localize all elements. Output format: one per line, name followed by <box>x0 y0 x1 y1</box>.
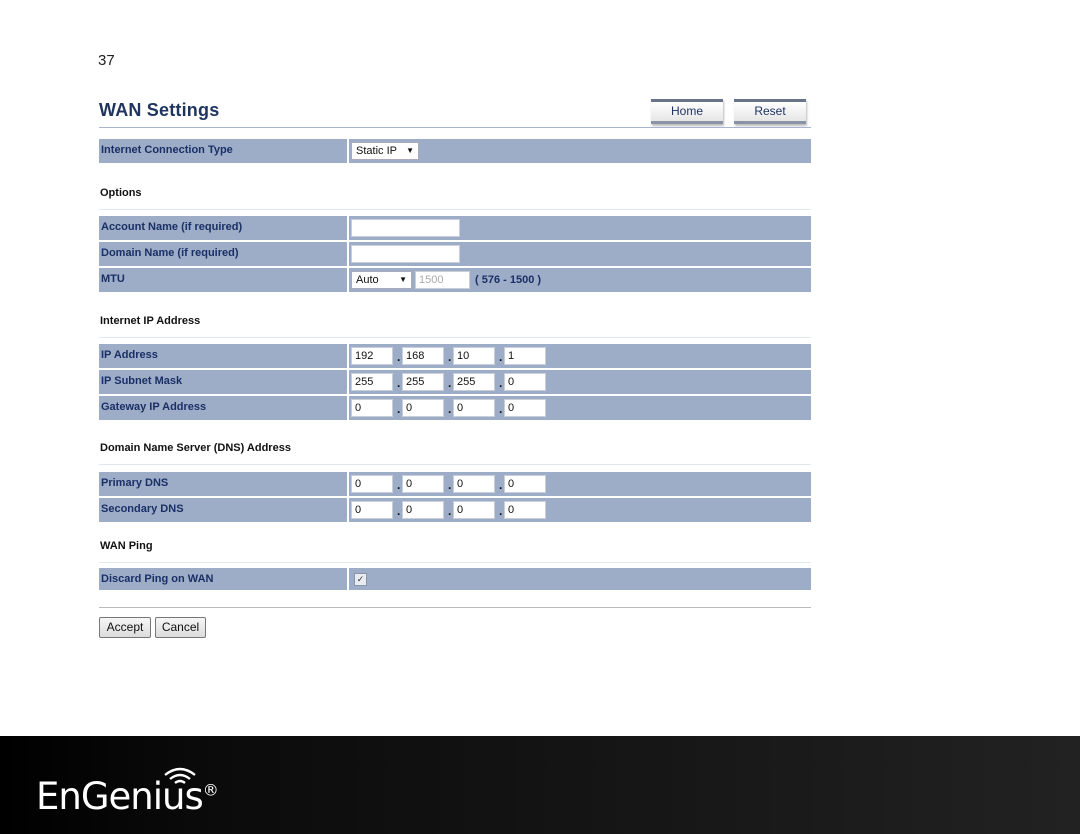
octet-input[interactable]: 0 <box>453 475 495 493</box>
octet-input[interactable]: 0 <box>504 399 546 417</box>
field-label: Secondary DNS <box>99 498 347 522</box>
section-heading: Internet IP Address <box>100 315 201 327</box>
field-label: Account Name (if required) <box>99 216 347 240</box>
field-label: Domain Name (if required) <box>99 242 347 266</box>
octet-separator: . <box>397 504 401 518</box>
mtu-value-input[interactable]: 1500 <box>415 271 470 289</box>
octet-separator: . <box>448 504 452 518</box>
octet-input[interactable]: 0 <box>504 475 546 493</box>
octet-separator: . <box>397 478 401 492</box>
ip-field-row: Gateway IP Address 0. 0. 0. 0 <box>99 396 811 420</box>
field-label: IP Subnet Mask <box>99 370 347 394</box>
octet-input[interactable]: 192 <box>351 347 393 365</box>
field-label: Internet Connection Type <box>99 139 347 163</box>
octet-separator: . <box>499 350 503 364</box>
octet-input[interactable]: 0 <box>504 373 546 391</box>
octet-separator: . <box>499 504 503 518</box>
page-title: WAN Settings <box>99 100 220 120</box>
domain-name-row: Domain Name (if required) <box>99 242 811 266</box>
octet-input[interactable]: 0 <box>402 399 444 417</box>
octet-separator: . <box>499 376 503 390</box>
field-label: Gateway IP Address <box>99 396 347 420</box>
octet-input[interactable]: 0 <box>402 501 444 519</box>
octet-separator: . <box>448 376 452 390</box>
octet-separator: . <box>448 478 452 492</box>
octet-separator: . <box>499 478 503 492</box>
octet-input[interactable]: 0 <box>504 501 546 519</box>
octet-separator: . <box>397 350 401 364</box>
octet-input[interactable]: 0 <box>453 501 495 519</box>
octet-input[interactable]: 10 <box>453 347 495 365</box>
octet-separator: . <box>448 402 452 416</box>
divider <box>99 127 811 128</box>
octet-input[interactable]: 255 <box>402 373 444 391</box>
selected-value: Auto <box>356 274 379 286</box>
account-name-row: Account Name (if required) <box>99 216 811 240</box>
accept-button[interactable]: Accept <box>99 617 151 638</box>
connection-type-select[interactable]: Static IP ▼ <box>351 142 419 160</box>
connection-type-row: Internet Connection Type Static IP ▼ <box>99 139 811 163</box>
octet-input[interactable]: 0 <box>402 475 444 493</box>
engenius-logo: EnGenius® <box>36 767 219 818</box>
ip-field-row: Secondary DNS 0. 0. 0. 0 <box>99 498 811 522</box>
chevron-down-icon: ▼ <box>406 146 414 155</box>
octet-input[interactable]: 1 <box>504 347 546 365</box>
cancel-button[interactable]: Cancel <box>155 617 206 638</box>
domain-name-input[interactable] <box>351 245 460 263</box>
divider <box>99 464 811 465</box>
discard-ping-checkbox[interactable]: ✓ <box>354 573 367 586</box>
wifi-icon <box>164 767 196 784</box>
octet-separator: . <box>448 350 452 364</box>
octet-input[interactable]: 0 <box>351 399 393 417</box>
divider <box>99 607 811 608</box>
page-number: 37 <box>98 52 115 69</box>
divider <box>99 209 811 210</box>
ip-field-row: Primary DNS 0. 0. 0. 0 <box>99 472 811 496</box>
ip-field-row: IP Subnet Mask 255. 255. 255. 0 <box>99 370 811 394</box>
field-label: Discard Ping on WAN <box>99 568 347 590</box>
octet-separator: . <box>397 402 401 416</box>
chevron-down-icon: ▼ <box>399 275 407 284</box>
section-heading: WAN Ping <box>100 540 153 552</box>
field-label: Primary DNS <box>99 472 347 496</box>
home-button[interactable]: Home <box>651 99 723 124</box>
octet-input[interactable]: 168 <box>402 347 444 365</box>
selected-value: Static IP <box>356 145 397 157</box>
divider <box>99 337 811 338</box>
field-label: MTU <box>99 268 347 292</box>
divider <box>99 562 811 563</box>
octet-separator: . <box>499 402 503 416</box>
section-heading: Options <box>100 187 142 199</box>
reset-button[interactable]: Reset <box>734 99 806 124</box>
field-label: IP Address <box>99 344 347 368</box>
octet-separator: . <box>397 376 401 390</box>
octet-input[interactable]: 0 <box>351 475 393 493</box>
mtu-mode-select[interactable]: Auto ▼ <box>351 271 412 289</box>
octet-input[interactable]: 255 <box>453 373 495 391</box>
discard-ping-row: Discard Ping on WAN ✓ <box>99 568 811 590</box>
mtu-row: MTU Auto ▼ 1500 ( 576 - 1500 ) <box>99 268 811 292</box>
ip-field-row: IP Address 192. 168. 10. 1 <box>99 344 811 368</box>
section-heading: Domain Name Server (DNS) Address <box>100 442 291 454</box>
account-name-input[interactable] <box>351 219 460 237</box>
octet-input[interactable]: 255 <box>351 373 393 391</box>
octet-input[interactable]: 0 <box>453 399 495 417</box>
mtu-range: ( 576 - 1500 ) <box>475 274 542 286</box>
octet-input[interactable]: 0 <box>351 501 393 519</box>
